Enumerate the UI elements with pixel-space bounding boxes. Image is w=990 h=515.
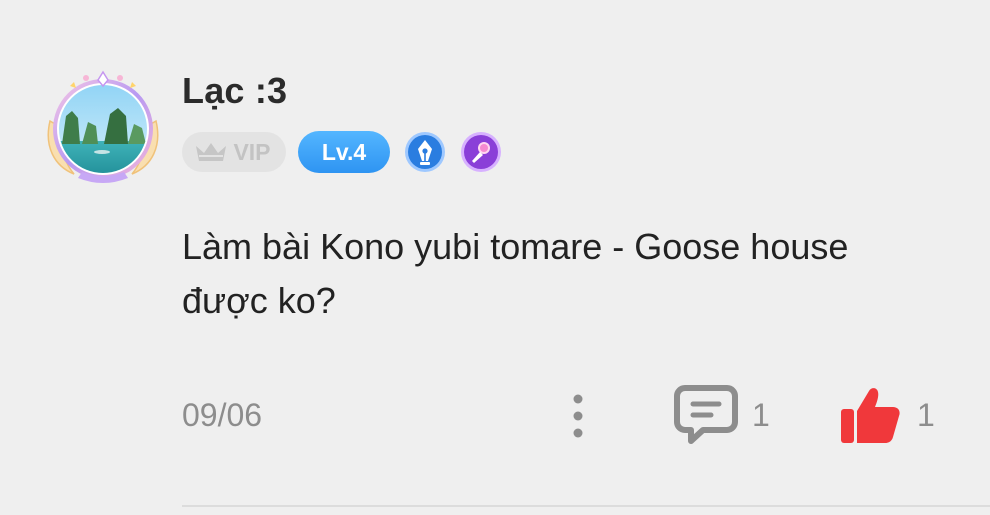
crown-icon [196, 143, 227, 161]
level-badge[interactable]: Lv.4 [298, 131, 390, 173]
divider [182, 505, 990, 507]
comment-bubble-icon[interactable] [673, 384, 739, 446]
comment-card: Lạc :3 VIP Lv.4 Làm bài Kono yubi tomare… [0, 0, 990, 515]
thumbs-up-icon[interactable] [839, 385, 901, 445]
like-count: 1 [917, 397, 935, 433]
reply-count: 1 [752, 397, 770, 433]
vip-badge[interactable]: VIP [182, 132, 286, 172]
username[interactable]: Lạc :3 [182, 70, 287, 112]
vip-label: VIP [233, 138, 271, 165]
comment-text: Làm bài Kono yubi tomare - Goose house đ… [182, 226, 849, 321]
pen-nib-icon[interactable] [404, 131, 446, 173]
avatar[interactable] [42, 66, 164, 188]
more-vertical-icon[interactable] [566, 393, 590, 439]
microphone-icon[interactable] [460, 131, 502, 173]
user-badges: VIP Lv.4 [182, 131, 502, 173]
comment-date: 09/06 [182, 397, 263, 433]
